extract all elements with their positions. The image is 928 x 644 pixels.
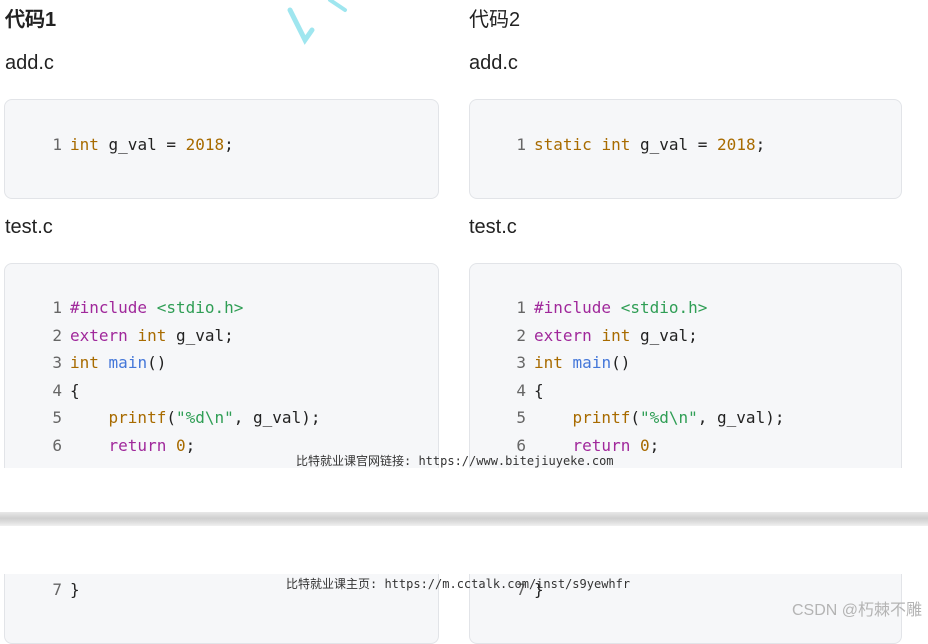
code-line: 1 static int g_val = 2018; [502, 131, 765, 159]
code-token: return [108, 435, 167, 455]
line-number: 2 [52, 325, 62, 345]
code-line: 5 printf("%d\n", g_val); [502, 404, 784, 432]
line-number: 4 [52, 380, 62, 400]
line-number: 1 [516, 135, 526, 154]
code-token: <stdio.h> [156, 298, 244, 317]
code-token: ; [224, 135, 234, 154]
page-2-header: 比特就业课主页: https://m.cctalk.com/inst/s9yew… [286, 577, 631, 591]
line-number: 1 [516, 298, 526, 317]
code-token: g_val = [630, 135, 718, 154]
line-number: 5 [52, 408, 62, 427]
code-token: ; [755, 135, 766, 154]
code-token: extern [534, 325, 592, 345]
code-token: 0 [175, 435, 186, 455]
code-line: 7} [38, 576, 80, 604]
code-token: printf [572, 408, 631, 427]
line-number: 3 [52, 353, 62, 372]
code-line: 3 int main() [38, 349, 320, 377]
column-1-add-code: 1 int g_val = 2018; [38, 131, 234, 159]
code-line: 2 extern int g_val; [38, 322, 320, 350]
code-token: int [601, 135, 631, 154]
code-line: 1 int g_val = 2018; [38, 131, 234, 159]
code-token: 2018 [185, 135, 225, 154]
line-number: 1 [52, 135, 62, 154]
code-token: 0 [639, 435, 650, 455]
code-token: main [108, 353, 148, 372]
code-token: () [147, 353, 167, 372]
code-line: 4{ [502, 377, 784, 405]
code-token: ; [649, 435, 660, 455]
column-2-test-label: test.c [469, 216, 517, 238]
column-2-add-code: 1 static int g_val = 2018; [502, 131, 765, 159]
decorative-stroke [287, 0, 347, 45]
code-token: <stdio.h> [620, 298, 708, 317]
line-number: 3 [516, 353, 526, 372]
line-number: 5 [516, 408, 526, 427]
code-line: 5 printf("%d\n", g_val); [38, 404, 320, 432]
code-token: g_val; [630, 325, 698, 345]
code-line: 3 int main() [502, 349, 784, 377]
code-token: { [70, 380, 80, 400]
csdn-watermark: CSDN @朽棘不雕 [791, 602, 922, 619]
code-token: , g_val); [697, 408, 785, 427]
column-1-test-code: 1 #include <stdio.h> 2 extern int g_val; 3 in… [38, 294, 320, 459]
code-line: 2 extern int g_val; [502, 322, 784, 350]
code-token: g_val; [166, 325, 234, 345]
code-token: ; [185, 435, 196, 455]
code-token: main [572, 353, 612, 372]
code-token: g_val = [98, 135, 186, 154]
page-1-footer: 比特就业课官网链接: https://www.bitejiuyeke.com [296, 454, 614, 468]
code-line: 1 #include <stdio.h> [502, 294, 784, 322]
column-1-test-code-continued: 7} [38, 576, 80, 604]
code-token: "%d\n" [175, 408, 234, 427]
code-token: () [611, 353, 631, 372]
code-token: "%d\n" [639, 408, 698, 427]
column-1-add-label: add.c [5, 52, 54, 74]
code-token: } [70, 580, 80, 599]
line-number: 7 [52, 580, 62, 599]
code-token: int [70, 135, 99, 154]
page-separator [0, 512, 928, 526]
column-2-title: 代码2 [469, 9, 521, 31]
code-token: extern [70, 325, 128, 345]
column-1-title: 代码1 [5, 9, 57, 31]
code-line: 6 return 0; [38, 432, 320, 460]
code-token: ( [166, 408, 176, 427]
column-1-test-label: test.c [5, 216, 53, 238]
code-token: #include [70, 298, 148, 317]
code-token: ( [630, 408, 640, 427]
line-number: 4 [516, 380, 526, 400]
code-token: int [534, 353, 563, 372]
code-token: printf [108, 408, 167, 427]
code-token: int [137, 325, 167, 345]
code-line: 4{ [38, 377, 320, 405]
code-token: 2018 [717, 135, 756, 154]
code-line: 1 #include <stdio.h> [38, 294, 320, 322]
code-token: int [601, 325, 631, 345]
line-number: 6 [52, 435, 62, 455]
column-2-add-label: add.c [469, 52, 518, 74]
code-token: , g_val); [233, 408, 321, 427]
line-number: 1 [52, 298, 62, 317]
code-token: int [70, 353, 99, 372]
code-token: static [534, 135, 592, 154]
code-token: #include [534, 298, 612, 317]
column-2-test-code: 1 #include <stdio.h> 2 extern int g_val; 3 in… [502, 294, 784, 459]
code-token: { [534, 380, 544, 400]
line-number: 2 [516, 325, 526, 345]
